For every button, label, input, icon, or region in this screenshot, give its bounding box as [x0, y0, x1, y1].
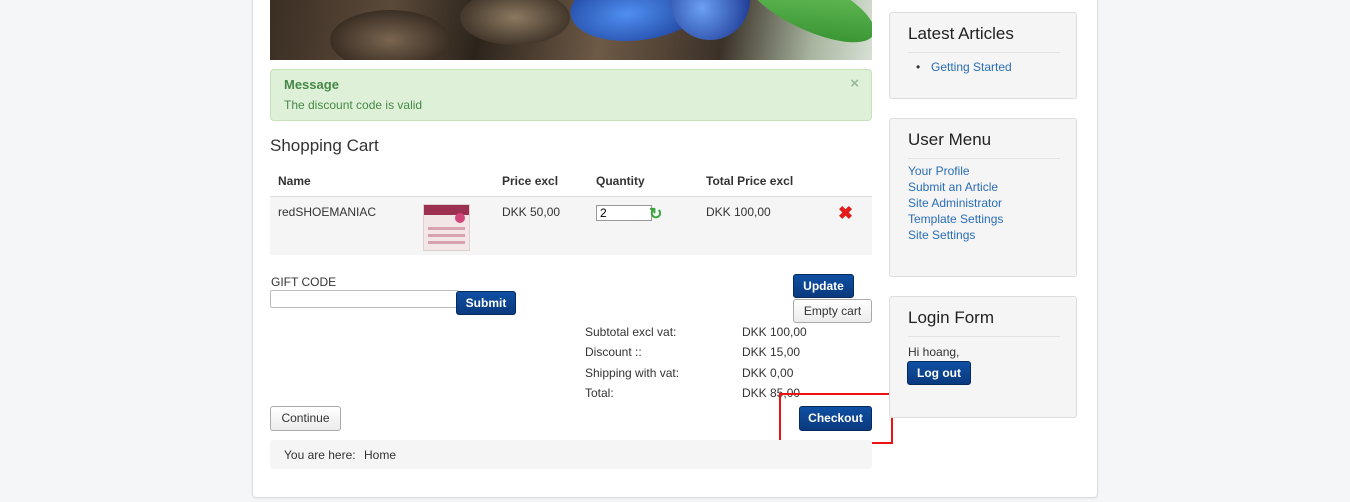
product-total: DKK 100,00 — [706, 205, 771, 219]
shipping-value: DKK 0,00 — [742, 366, 794, 380]
column-header-name: Name — [278, 174, 311, 188]
success-message: Message The discount code is valid × — [270, 69, 872, 121]
quantity-input[interactable] — [596, 205, 652, 221]
delete-icon[interactable]: ✖ — [838, 203, 853, 224]
user-menu-item-template-settings[interactable]: Template Settings — [908, 212, 1003, 226]
submit-gift-code-button[interactable]: Submit — [456, 291, 516, 315]
user-menu-item-submit-article[interactable]: Submit an Article — [908, 180, 998, 194]
gift-code-input[interactable] — [270, 290, 459, 308]
breadcrumb-home-link[interactable]: Home — [364, 448, 396, 462]
product-thumbnail[interactable] — [423, 204, 470, 251]
user-menu-item-site-administrator[interactable]: Site Administrator — [908, 196, 1002, 210]
logout-button[interactable]: Log out — [907, 361, 971, 385]
product-price: DKK 50,00 — [502, 205, 561, 219]
table-row: redSHOEMANIAC DKK 50,00 ↻ DKK 100,00 ✖ — [270, 197, 872, 255]
cart-table-header: Name Price excl Quantity Total Price exc… — [270, 168, 872, 197]
checkout-highlight-box — [779, 393, 893, 444]
bullet-icon: • — [916, 60, 921, 74]
user-menu-title: User Menu — [908, 130, 992, 149]
latest-articles-title: Latest Articles — [908, 24, 1014, 43]
discount-label: Discount :: — [585, 345, 642, 359]
gift-code-label: GIFT CODE — [271, 275, 337, 289]
subtotal-label: Subtotal excl vat: — [585, 325, 677, 339]
login-form-module: Login Form Hi hoang, Log out — [889, 296, 1077, 418]
discount-value: DKK 15,00 — [742, 345, 801, 359]
continue-button[interactable]: Continue — [270, 406, 341, 431]
subtotal-value: DKK 100,00 — [742, 325, 807, 339]
shipping-label: Shipping with vat: — [585, 366, 680, 380]
column-header-total: Total Price excl — [706, 174, 794, 188]
page-title: Shopping Cart — [270, 136, 379, 155]
close-icon[interactable]: × — [850, 75, 859, 92]
user-menu-module: User Menu Your Profile Submit an Article… — [889, 118, 1077, 277]
login-greeting: Hi hoang, — [908, 345, 960, 359]
breadcrumb: You are here: Home — [270, 440, 872, 469]
column-header-quantity: Quantity — [596, 174, 645, 188]
message-text: The discount code is valid — [284, 98, 423, 112]
update-button[interactable]: Update — [793, 274, 854, 298]
refresh-icon[interactable]: ↻ — [649, 207, 662, 223]
breadcrumb-label: You are here: — [284, 448, 356, 462]
column-header-price: Price excl — [502, 174, 559, 188]
user-menu-item-site-settings[interactable]: Site Settings — [908, 228, 975, 242]
header-banner-image — [270, 0, 872, 60]
empty-cart-button[interactable]: Empty cart — [793, 299, 872, 323]
latest-articles-module: Latest Articles • Getting Started — [889, 12, 1077, 99]
total-label: Total: — [585, 386, 614, 400]
latest-article-link[interactable]: Getting Started — [931, 60, 1012, 74]
product-name-link[interactable]: redSHOEMANIAC — [278, 205, 376, 219]
message-title: Message — [284, 77, 339, 92]
login-form-title: Login Form — [908, 308, 994, 327]
user-menu-item-profile[interactable]: Your Profile — [908, 164, 970, 178]
